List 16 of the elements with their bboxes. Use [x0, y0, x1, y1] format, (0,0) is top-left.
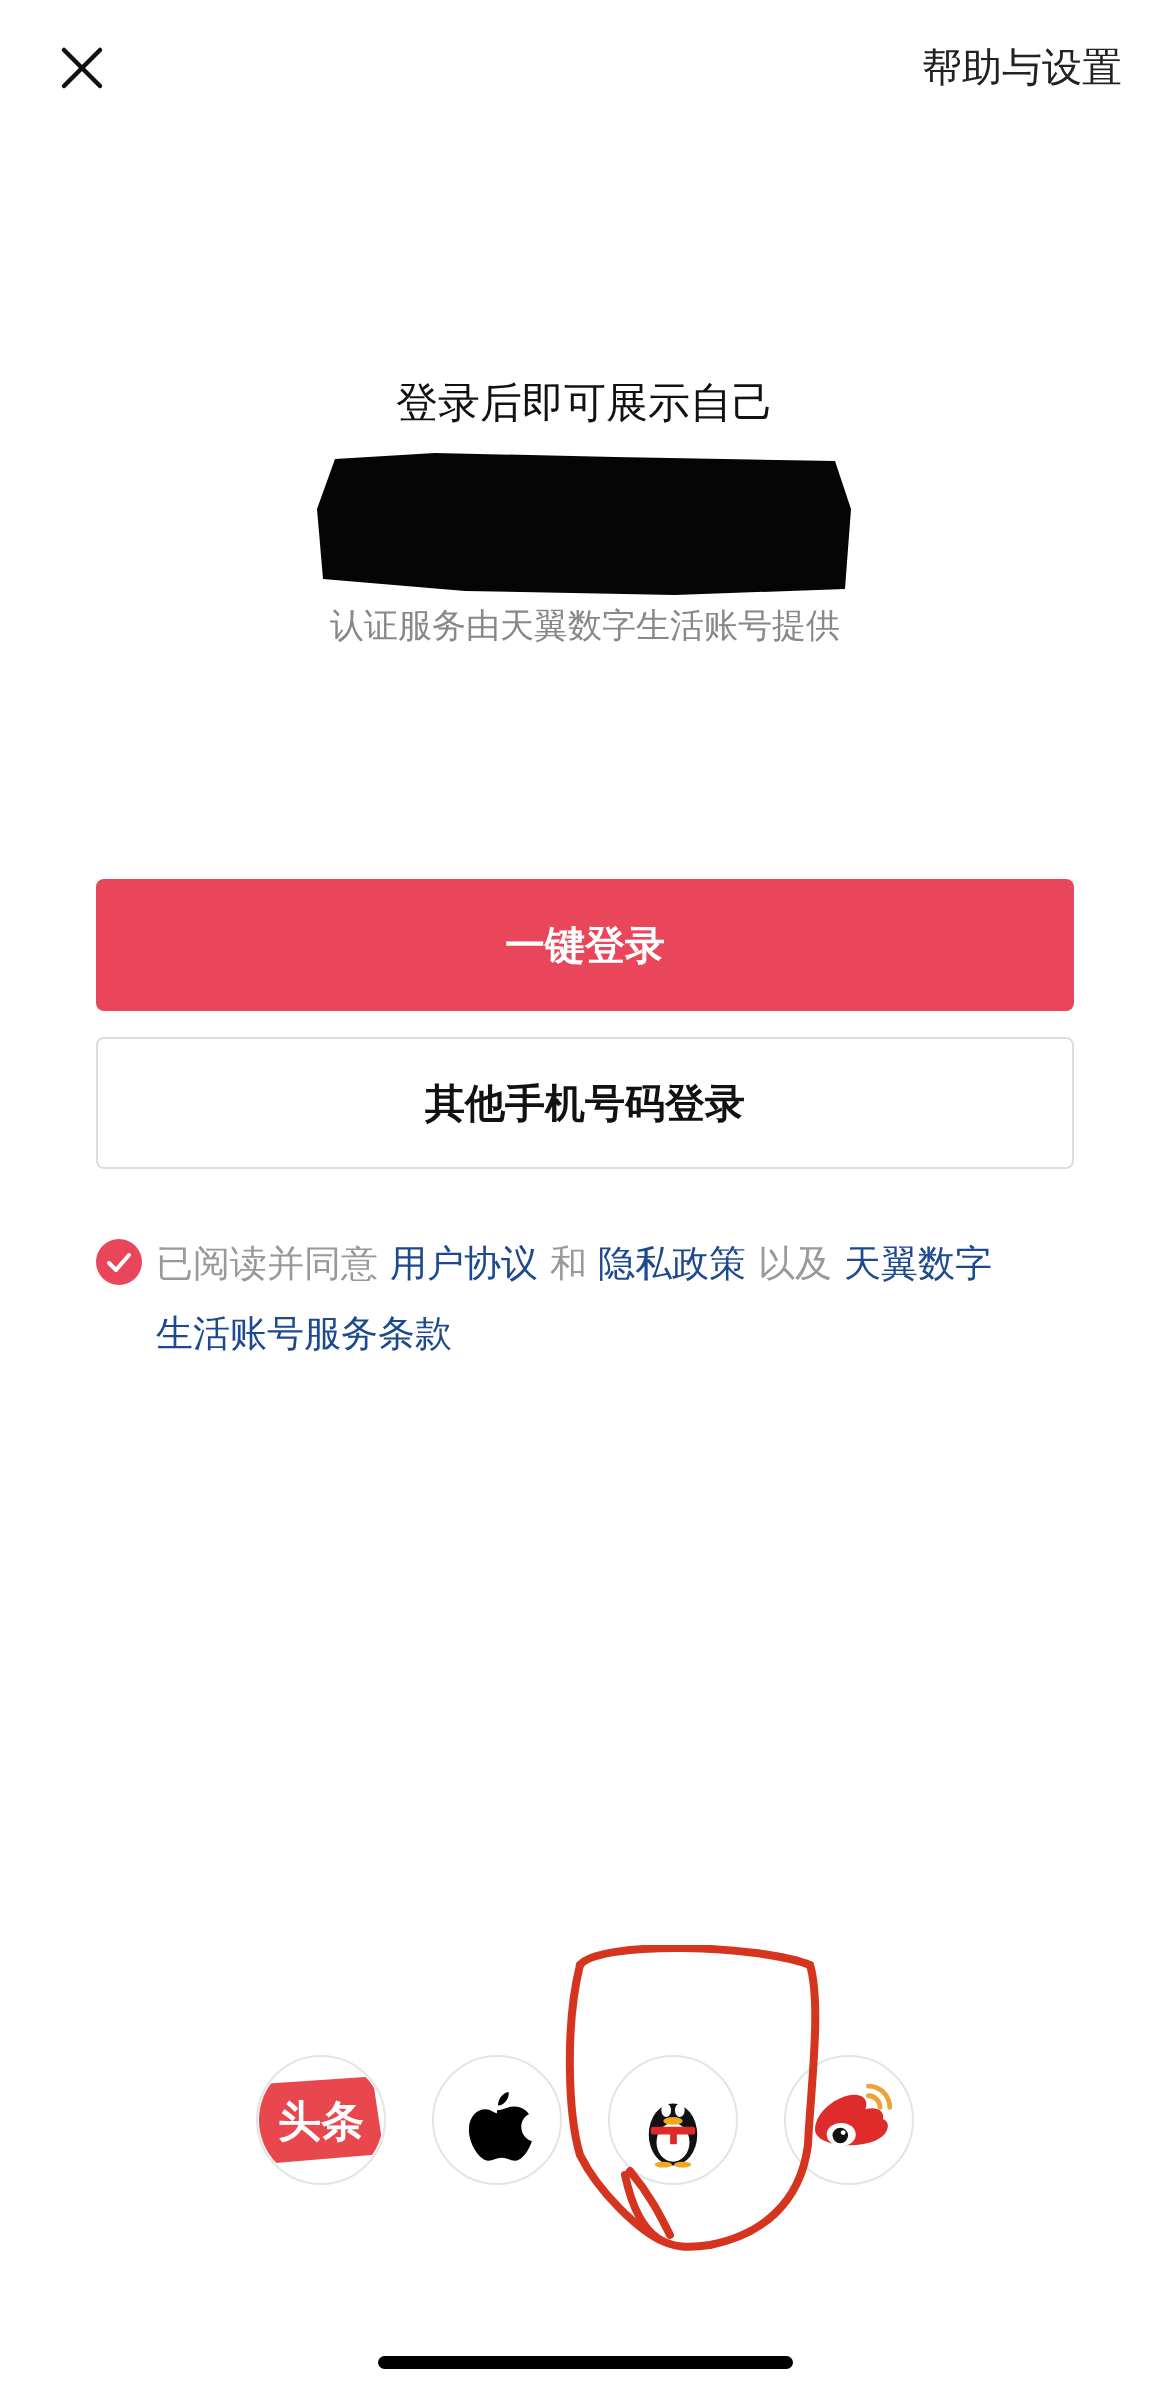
qq-login-icon[interactable]	[608, 2055, 738, 2185]
agreement-text: 已阅读并同意 用户协议 和 隐私政策 以及 天翼数字 生活账号服务条款	[156, 1241, 993, 1357]
agreement-checkbox[interactable]	[96, 1239, 142, 1285]
other-phone-login-button[interactable]: 其他手机号码登录	[96, 1037, 1074, 1169]
agreement-link[interactable]: 生活账号服务条款	[156, 1312, 452, 1355]
one-click-login-button[interactable]: 一键登录	[96, 879, 1074, 1011]
agreement-link[interactable]: 天翼数字	[843, 1242, 992, 1285]
agreement-link[interactable]: 隐私政策	[598, 1242, 747, 1285]
apple-login-icon[interactable]	[432, 2055, 562, 2185]
weibo-login-icon[interactable]	[784, 2055, 914, 2185]
close-icon[interactable]	[60, 45, 104, 90]
agreement-link[interactable]: 用户协议	[389, 1242, 538, 1285]
auth-provider-note: 认证服务由天翼数字生活账号提供	[330, 604, 840, 647]
help-settings-link[interactable]: 帮助与设置	[922, 40, 1122, 95]
page-title: 登录后即可展示自己	[396, 377, 774, 429]
toutiao-login-icon[interactable]: 头条	[256, 2055, 386, 2185]
